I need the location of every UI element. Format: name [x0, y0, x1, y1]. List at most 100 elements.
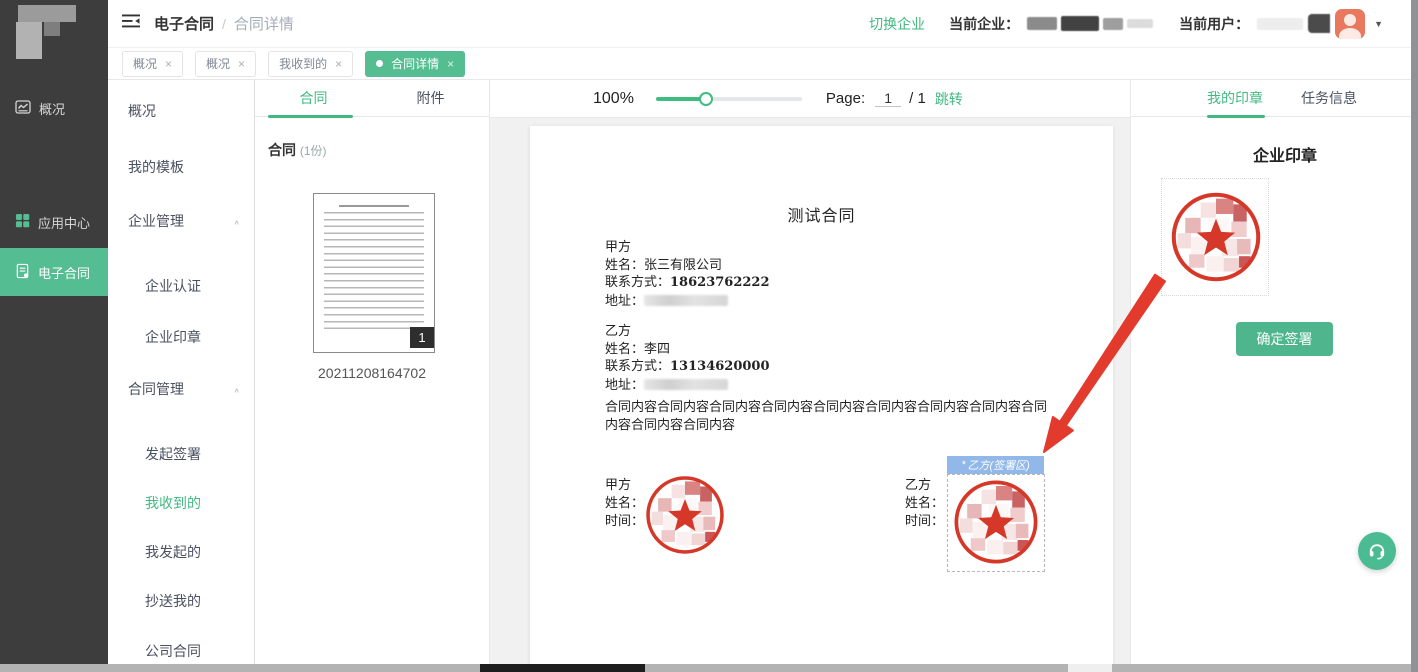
tab-contract-detail[interactable]: 合同详情 × — [365, 51, 465, 77]
current-company-redacted — [1027, 16, 1153, 31]
nav-item-enterprise-auth[interactable]: 企业认证 — [108, 276, 254, 296]
tab-task-info[interactable]: 任务信息 — [1301, 88, 1357, 108]
current-user-redacted — [1257, 18, 1303, 30]
tab-label: 概况 — [133, 55, 157, 72]
module-nav-sidebar: 概况 我的模板 企业管理∧ 企业认证 企业印章 合同管理∧ 发起签署 我收到的 … — [108, 80, 255, 664]
logo-redaction-block — [44, 22, 60, 36]
breadcrumb-root[interactable]: 电子合同 — [154, 13, 214, 34]
contract-doc-name[interactable]: 20211208164702 — [255, 365, 489, 381]
sign-a-labels: 甲方 姓名： 时间： — [605, 476, 644, 530]
party-a-seal-image — [643, 473, 727, 557]
contract-thumbnail[interactable]: 1 — [313, 193, 435, 353]
tab-attachments[interactable]: 附件 — [372, 80, 489, 116]
sidebar-item-label: 电子合同 — [38, 263, 90, 282]
sign-zone-label: * 乙方(签署区) — [947, 456, 1044, 474]
nav-item-overview[interactable]: 概况 — [108, 101, 254, 121]
app-logo — [0, 0, 108, 84]
chevron-up-icon: ∧ — [233, 215, 240, 230]
app-sidebar: 概况 应用中心 电子合同 — [0, 0, 108, 664]
chevron-down-icon[interactable]: ▼ — [1374, 19, 1383, 29]
page-label: Page: — [826, 90, 865, 107]
contract-body: 合同内容合同内容合同内容合同内容合同内容合同内容合同内容合同内容合同 内容合同内… — [605, 398, 1047, 434]
switch-company-link[interactable]: 切换企业 — [869, 14, 925, 34]
active-tab-underline — [268, 115, 353, 118]
contract-title: 测试合同 — [530, 202, 1113, 226]
party-a-block: 甲方 姓名：张三有限公司 联系方式：18623762222 地址： — [605, 238, 770, 309]
tab-overview-2[interactable]: 概况 × — [195, 51, 256, 77]
party-a-address-redacted — [644, 295, 728, 306]
background-window-fragment — [1068, 664, 1112, 672]
close-icon[interactable]: × — [447, 58, 454, 70]
active-tab-dot — [376, 60, 383, 67]
zoom-slider[interactable] — [656, 92, 802, 106]
confirm-sign-button[interactable]: 确定签署 — [1236, 322, 1333, 356]
sidebar-item-app-center[interactable]: 应用中心 — [0, 198, 108, 246]
window-right-edge — [1411, 0, 1418, 672]
sidebar-item-label: 应用中心 — [38, 213, 90, 232]
contract-count: (1份) — [300, 144, 327, 158]
background-window-fragment — [480, 664, 645, 672]
headset-icon — [1367, 541, 1387, 561]
contract-group-title: 合同 (1份) — [268, 140, 327, 160]
enterprise-seal-item[interactable] — [1161, 178, 1269, 296]
tab-received[interactable]: 我收到的 × — [268, 51, 353, 77]
party-b-block: 乙方 姓名：李四 联系方式：13134620000 地址： — [605, 322, 770, 393]
nav-item-contract-management[interactable]: 合同管理∧ — [108, 379, 254, 399]
breadcrumb-separator: / — [222, 16, 226, 32]
nav-item-cc-me[interactable]: 抄送我的 — [108, 591, 254, 611]
user-avatar[interactable] — [1335, 9, 1365, 39]
current-user-redacted — [1308, 14, 1330, 33]
party-a-phone: 18623762222 — [670, 275, 770, 290]
current-user-label: 当前用户： — [1179, 14, 1249, 34]
thumbnail-page-badge: 1 — [410, 327, 434, 348]
chevron-up-icon: ∧ — [233, 383, 240, 398]
tab-my-seals[interactable]: 我的印章 — [1207, 88, 1263, 108]
menu-fold-icon[interactable] — [122, 14, 140, 33]
sign-zone-box[interactable] — [947, 474, 1045, 572]
app-grid-icon — [15, 213, 30, 231]
page-total: / 1 — [909, 90, 926, 107]
nav-item-initiated[interactable]: 我发起的 — [108, 542, 254, 562]
opened-tabs-bar: 概况 × 概况 × 我收到的 × 合同详情 × — [108, 48, 1411, 80]
close-icon[interactable]: × — [238, 58, 245, 70]
current-user-area[interactable]: ▼ — [1257, 9, 1383, 39]
nav-item-initiate-sign[interactable]: 发起签署 — [108, 444, 254, 464]
breadcrumb-current: 合同详情 — [234, 13, 294, 34]
customer-service-button[interactable] — [1358, 532, 1396, 570]
tab-overview-1[interactable]: 概况 × — [122, 51, 183, 77]
nav-item-my-templates[interactable]: 我的模板 — [108, 157, 254, 177]
nav-item-received[interactable]: 我收到的 — [108, 493, 254, 513]
slider-knob[interactable] — [699, 92, 713, 106]
signing-panel: 我的印章 任务信息 企业印章 确定签署 — [1130, 80, 1411, 664]
close-icon[interactable]: × — [165, 58, 172, 70]
logo-redaction-block — [16, 22, 42, 59]
seal-section-title: 企业印章 — [1145, 142, 1418, 166]
app-window: 概况 应用中心 电子合同 电子合同 / 合同详情 切换企业 当前企业： — [0, 0, 1418, 672]
tab-contract-files[interactable]: 合同 — [255, 80, 372, 116]
sign-b-labels: 乙方 姓名： 时间： — [905, 476, 944, 530]
party-b-address-redacted — [644, 379, 728, 390]
contract-doc-icon — [15, 263, 30, 282]
window-bottom-edge — [0, 664, 1411, 672]
sidebar-item-overview[interactable]: 概况 — [0, 84, 108, 132]
tab-label: 概况 — [206, 55, 230, 72]
current-company-label: 当前企业： — [949, 14, 1019, 34]
contract-list-panel: 合同 附件 合同 (1份) 1 20211208164702 — [255, 80, 490, 664]
tab-label: 我收到的 — [279, 55, 327, 72]
nav-item-enterprise-management[interactable]: 企业管理∧ — [108, 211, 254, 231]
sidebar-item-label: 概况 — [39, 99, 65, 118]
thumbnail-text-lines — [324, 212, 424, 330]
document-viewer: 100% Page: / 1 跳转 测试合同 甲方 姓名：张三有限公司 联系方式… — [490, 80, 1130, 664]
party-b-seal-image — [951, 477, 1041, 567]
document-viewport[interactable]: 测试合同 甲方 姓名：张三有限公司 联系方式：18623762222 地址： 乙… — [490, 118, 1130, 664]
active-tab-underline — [1207, 115, 1265, 118]
sidebar-item-e-contract[interactable]: 电子合同 — [0, 248, 108, 296]
viewer-toolbar: 100% Page: / 1 跳转 — [490, 80, 1130, 118]
page-jump-link[interactable]: 跳转 — [935, 89, 963, 109]
party-b-phone: 13134620000 — [670, 359, 770, 374]
nav-item-enterprise-seal[interactable]: 企业印章 — [108, 327, 254, 347]
nav-item-company-contracts[interactable]: 公司合同 — [108, 641, 254, 661]
page-number-input[interactable] — [875, 90, 901, 107]
line-chart-icon — [15, 99, 31, 118]
close-icon[interactable]: × — [335, 58, 342, 70]
